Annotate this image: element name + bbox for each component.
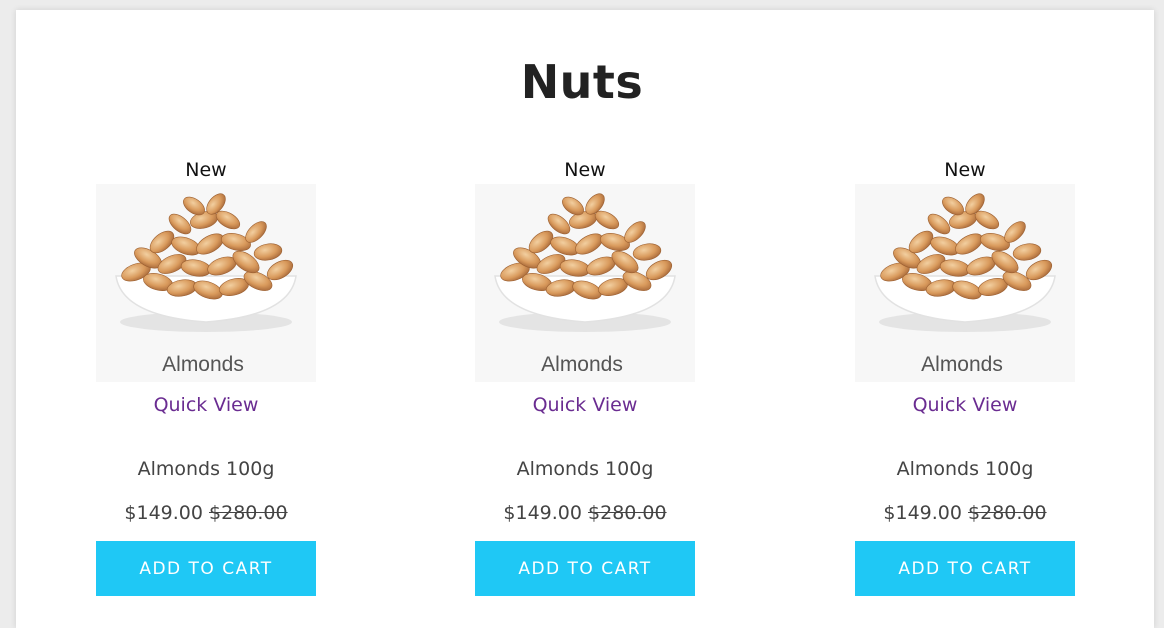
quick-view-link[interactable]: Quick View xyxy=(96,392,316,418)
add-to-cart-button[interactable]: ADD TO CART xyxy=(475,541,695,596)
image-caption: Almonds xyxy=(162,353,244,376)
price-row: $149.00 $280.00 xyxy=(96,500,316,526)
product-card: New Almonds Quick View Almonds 100g $149… xyxy=(855,0,1075,628)
product-image[interactable]: Almonds xyxy=(96,184,316,382)
add-to-cart-button[interactable]: ADD TO CART xyxy=(96,541,316,596)
sale-price: $149.00 xyxy=(883,502,962,524)
product-image[interactable]: Almonds xyxy=(855,184,1075,382)
new-badge: New xyxy=(944,159,986,181)
quick-view-link[interactable]: Quick View xyxy=(475,392,695,418)
product-name[interactable]: Almonds 100g xyxy=(96,456,316,482)
original-price: $280.00 xyxy=(209,502,288,524)
original-price: $280.00 xyxy=(588,502,667,524)
sale-price: $149.00 xyxy=(503,502,582,524)
new-badge: New xyxy=(564,159,606,181)
product-card: New Almonds Quick View Almonds 100g $149… xyxy=(475,0,695,628)
new-badge: New xyxy=(185,159,227,181)
product-image[interactable]: Almonds xyxy=(475,184,695,382)
product-card: New Almonds Quick View Almonds 100g $149… xyxy=(96,0,316,628)
product-name[interactable]: Almonds 100g xyxy=(475,456,695,482)
price-row: $149.00 $280.00 xyxy=(855,500,1075,526)
image-caption: Almonds xyxy=(921,353,1003,376)
quick-view-link[interactable]: Quick View xyxy=(855,392,1075,418)
price-row: $149.00 $280.00 xyxy=(475,500,695,526)
sale-price: $149.00 xyxy=(124,502,203,524)
image-caption: Almonds xyxy=(541,353,623,376)
product-name[interactable]: Almonds 100g xyxy=(855,456,1075,482)
add-to-cart-button[interactable]: ADD TO CART xyxy=(855,541,1075,596)
original-price: $280.00 xyxy=(968,502,1047,524)
